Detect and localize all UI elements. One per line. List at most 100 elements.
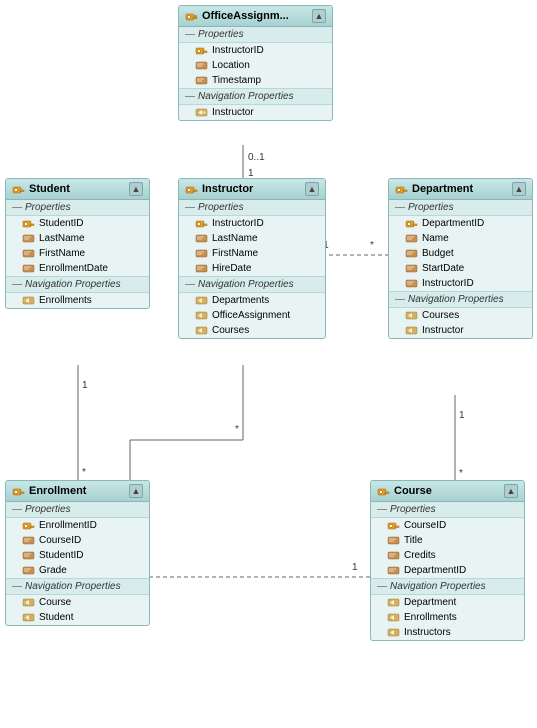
prop-startdate-d: StartDate — [389, 261, 532, 276]
prop-courseid-c: CourseID — [371, 518, 524, 533]
prop-location-oa: Location — [179, 58, 332, 73]
prop-firstname-i: FirstName — [179, 246, 325, 261]
entity-officeassignment: OfficeAssignm... ▲ — Properties Instruct… — [178, 5, 333, 121]
field-icon-ln-s — [22, 233, 35, 244]
section-props-department: — Properties — [389, 200, 532, 216]
entity-instructor: Instructor ▲ — Properties InstructorID L… — [178, 178, 326, 339]
section-props-course: — Properties — [371, 502, 524, 518]
field-icon-title-c — [387, 535, 400, 546]
nav-icon-c-enrollments — [387, 612, 400, 623]
field-icon-hd-i — [195, 263, 208, 274]
field-icon-ln-i — [195, 233, 208, 244]
entity-title-department: Department — [412, 183, 473, 195]
key-icon-oa — [195, 45, 208, 56]
field-icon-budget-d — [405, 248, 418, 259]
field-icon-deptid-c — [387, 565, 400, 576]
nav-icon-e-course — [22, 597, 35, 608]
prop-deptid: DepartmentID — [389, 216, 532, 231]
prop-credits-c: Credits — [371, 548, 524, 563]
section-nav-instructor: — Navigation Properties — [179, 277, 325, 293]
entity-header-enrollment: Enrollment ▲ — [6, 481, 149, 502]
nav-icon-c-instructors — [387, 627, 400, 638]
key-icon-studentid — [22, 218, 35, 229]
collapse-btn-officeassignment[interactable]: ▲ — [312, 9, 326, 23]
field-icon-fn-i — [195, 248, 208, 259]
prop-instructorid-d: InstructorID — [389, 276, 532, 292]
nav-courses-i: Courses — [179, 323, 325, 338]
field-icon-ts — [195, 75, 208, 86]
entity-title-officeassignment: OfficeAssignm... — [202, 10, 289, 22]
conn-label-1d: 1 — [352, 562, 358, 573]
collapse-btn-enrollment[interactable]: ▲ — [129, 484, 143, 498]
prop-grade-e: Grade — [6, 563, 149, 579]
nav-enrollments-s: Enrollments — [6, 293, 149, 308]
nav-icon-c-dept — [387, 597, 400, 608]
field-icon-ed — [22, 263, 35, 274]
field-icon-credits-c — [387, 550, 400, 561]
entity-title-course: Course — [394, 485, 432, 497]
field-icon-sid-e — [22, 550, 35, 561]
prop-courseid-e: CourseID — [6, 533, 149, 548]
nav-enrollments-c: Enrollments — [371, 610, 524, 625]
entity-header-instructor: Instructor ▲ — [179, 179, 325, 200]
section-props-enrollment: — Properties — [6, 502, 149, 518]
section-properties-officeassignment: — Properties — [179, 27, 332, 43]
entity-department: Department ▲ — Properties DepartmentID N… — [388, 178, 533, 339]
field-icon-name-d — [405, 233, 418, 244]
entity-key-icon-student — [12, 184, 25, 195]
nav-icon-i-dept — [195, 295, 208, 306]
section-nav-course: — Navigation Properties — [371, 579, 524, 595]
key-icon-cid-c — [387, 520, 400, 531]
field-icon-fn-s — [22, 248, 35, 259]
prop-enrollmentdate: EnrollmentDate — [6, 261, 149, 277]
entity-course: Course ▲ — Properties CourseID Title Cre… — [370, 480, 525, 641]
prop-lastname-i: LastName — [179, 231, 325, 246]
section-nav-enrollment: — Navigation Properties — [6, 579, 149, 595]
entity-header-officeassignment: OfficeAssignm... ▲ — [179, 6, 332, 27]
prop-title-c: Title — [371, 533, 524, 548]
nav-icon-e-student — [22, 612, 35, 623]
prop-firstname-s: FirstName — [6, 246, 149, 261]
conn-label-1c: 1 — [459, 410, 465, 421]
nav-icon-s-enrollments — [22, 295, 35, 306]
nav-instructor-d: Instructor — [389, 323, 532, 338]
prop-hiredate-i: HireDate — [179, 261, 325, 277]
collapse-btn-student[interactable]: ▲ — [129, 182, 143, 196]
nav-courses-d: Courses — [389, 308, 532, 323]
field-icon-iid-d — [405, 278, 418, 289]
nav-officeassignment-i: OfficeAssignment — [179, 308, 325, 323]
field-icon-cid-e — [22, 535, 35, 546]
conn-label-01: 0..1 — [248, 152, 265, 163]
prop-timestamp-oa: Timestamp — [179, 73, 332, 89]
section-nav-student: — Navigation Properties — [6, 277, 149, 293]
nav-departments-i: Departments — [179, 293, 325, 308]
conn-label-star2: * — [82, 467, 86, 478]
section-nav-officeassignment: — Navigation Properties — [179, 89, 332, 105]
diagram-canvas: 0..1 1 0..1 * 1 * * 1 * * 1 — [0, 0, 537, 728]
prop-departmentid-c: DepartmentID — [371, 563, 524, 579]
entity-header-department: Department ▲ — [389, 179, 532, 200]
collapse-btn-department[interactable]: ▲ — [512, 182, 526, 196]
collapse-btn-course[interactable]: ▲ — [504, 484, 518, 498]
nav-student-e: Student — [6, 610, 149, 625]
nav-icon-i-courses — [195, 325, 208, 336]
collapse-btn-instructor[interactable]: ▲ — [305, 182, 319, 196]
nav-icon-d-courses — [405, 310, 418, 321]
field-icon-loc — [195, 60, 208, 71]
nav-instructors-c: Instructors — [371, 625, 524, 640]
conn-label-star4: * — [459, 468, 463, 479]
nav-department-c: Department — [371, 595, 524, 610]
nav-icon-oa-instructor — [195, 107, 208, 118]
entity-key-icon-department — [395, 184, 408, 195]
prop-instructorid-oa: InstructorID — [179, 43, 332, 58]
conn-label-star3: * — [235, 424, 239, 435]
entity-title-enrollment: Enrollment — [29, 485, 86, 497]
entity-student: Student ▲ — Properties StudentID LastNam… — [5, 178, 150, 309]
section-props-instructor: — Properties — [179, 200, 325, 216]
entity-enrollment: Enrollment ▲ — Properties EnrollmentID C… — [5, 480, 150, 626]
prop-budget-d: Budget — [389, 246, 532, 261]
entity-title-instructor: Instructor — [202, 183, 253, 195]
entity-header-student: Student ▲ — [6, 179, 149, 200]
entity-key-icon-officeassignment — [185, 11, 198, 22]
key-icon-deptid — [405, 218, 418, 229]
